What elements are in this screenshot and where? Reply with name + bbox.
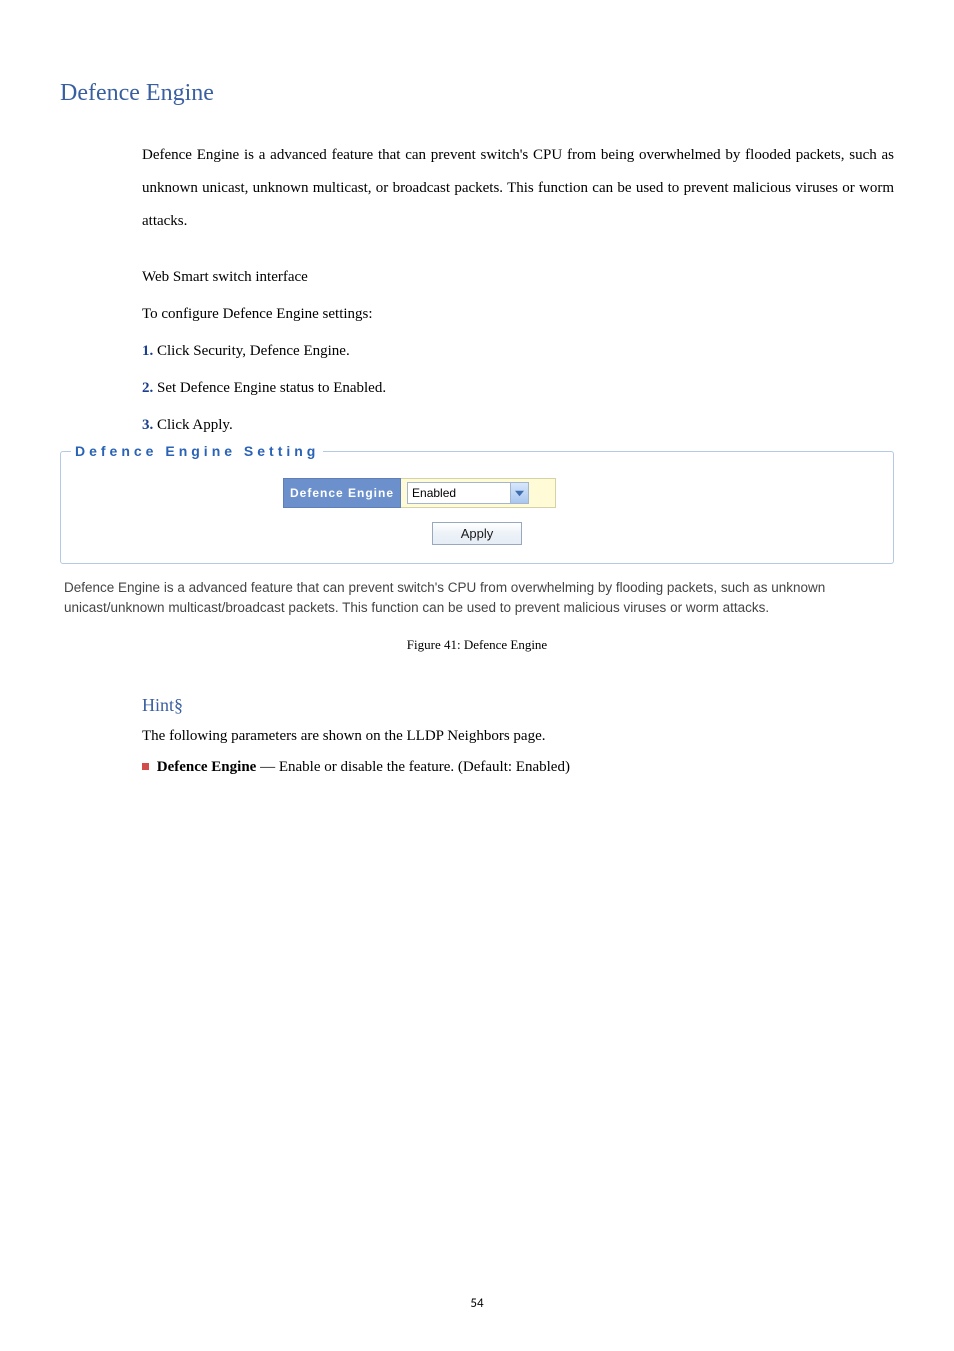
hint-intro: The following parameters are shown on th…	[142, 724, 894, 750]
defence-engine-label: Defence Engine	[283, 478, 401, 508]
hint-bullet-text: — Enable or disable the feature. (Defaul…	[256, 759, 570, 775]
hint-heading: Hint§	[142, 695, 894, 716]
apply-button[interactable]: Apply	[432, 522, 523, 545]
bullet-square-icon	[142, 763, 149, 770]
step-1: 1. Click Security, Defence Engine.	[142, 338, 894, 365]
figure-caption: Figure 41: Defence Engine	[60, 637, 894, 653]
step-3-number: 3.	[142, 417, 153, 433]
chevron-down-icon	[510, 483, 528, 503]
gui-description-text: Defence Engine is a advanced feature tha…	[60, 578, 894, 619]
defence-engine-select[interactable]: Enabled	[407, 482, 529, 504]
hint-bullet-name: Defence Engine	[157, 759, 257, 775]
step-2: 2. Set Defence Engine status to Enabled.	[142, 375, 894, 402]
step-2-text: Set Defence Engine status to Enabled.	[153, 380, 386, 396]
section-heading: Defence Engine	[60, 80, 894, 107]
defence-engine-fieldset: Defence Engine Setting Defence Engine En…	[60, 451, 894, 564]
step-1-text: Click Security, Defence Engine.	[153, 343, 349, 359]
gui-screenshot: Defence Engine Setting Defence Engine En…	[60, 451, 894, 619]
intro-paragraph: Defence Engine is a advanced feature tha…	[142, 139, 894, 238]
configure-line: To configure Defence Engine settings:	[142, 301, 894, 328]
defence-engine-select-value: Enabled	[408, 486, 510, 500]
hint-bullet: Defence Engine — Enable or disable the f…	[142, 755, 894, 781]
step-3-text: Click Apply.	[153, 417, 232, 433]
defence-engine-control-cell: Enabled	[401, 478, 556, 508]
form-row-defence-engine: Defence Engine Enabled	[71, 478, 883, 508]
interface-line: Web Smart switch interface	[142, 264, 894, 291]
page-number: 54	[0, 1296, 954, 1311]
step-3: 3. Click Apply.	[142, 412, 894, 439]
step-1-number: 1.	[142, 343, 153, 359]
fieldset-legend: Defence Engine Setting	[71, 443, 323, 459]
step-2-number: 2.	[142, 380, 153, 396]
